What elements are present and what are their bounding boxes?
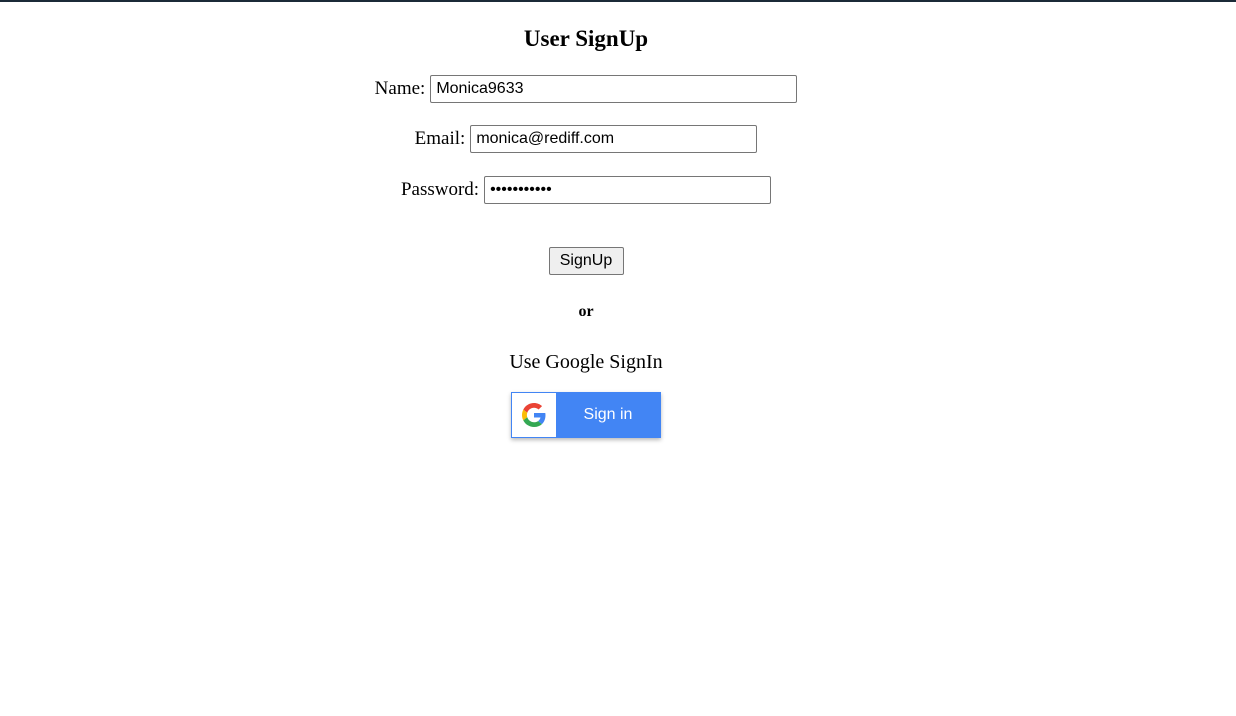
google-signin-button[interactable]: Sign in <box>511 392 661 438</box>
password-label: Password: <box>400 179 480 200</box>
name-row: Name: <box>0 75 1172 103</box>
name-input[interactable] <box>430 75 798 103</box>
signup-button[interactable]: SignUp <box>548 247 624 275</box>
google-signin-wrap: Sign in <box>511 392 661 438</box>
google-signin-text: Use Google SignIn <box>509 351 663 373</box>
google-g-icon-box <box>512 393 556 437</box>
google-signin-label: Sign in <box>583 406 633 423</box>
top-border <box>0 0 1236 2</box>
email-input[interactable] <box>470 125 758 153</box>
password-input[interactable] <box>484 176 772 204</box>
password-row: Password: <box>0 176 1172 204</box>
email-row: Email: <box>0 125 1172 153</box>
or-separator: or <box>578 303 594 320</box>
signup-button-wrap: SignUp <box>0 247 1172 275</box>
email-label: Email: <box>414 128 466 149</box>
page-title: User SignUp <box>523 26 649 51</box>
name-label: Name: <box>374 78 426 99</box>
google-g-icon <box>522 403 546 427</box>
